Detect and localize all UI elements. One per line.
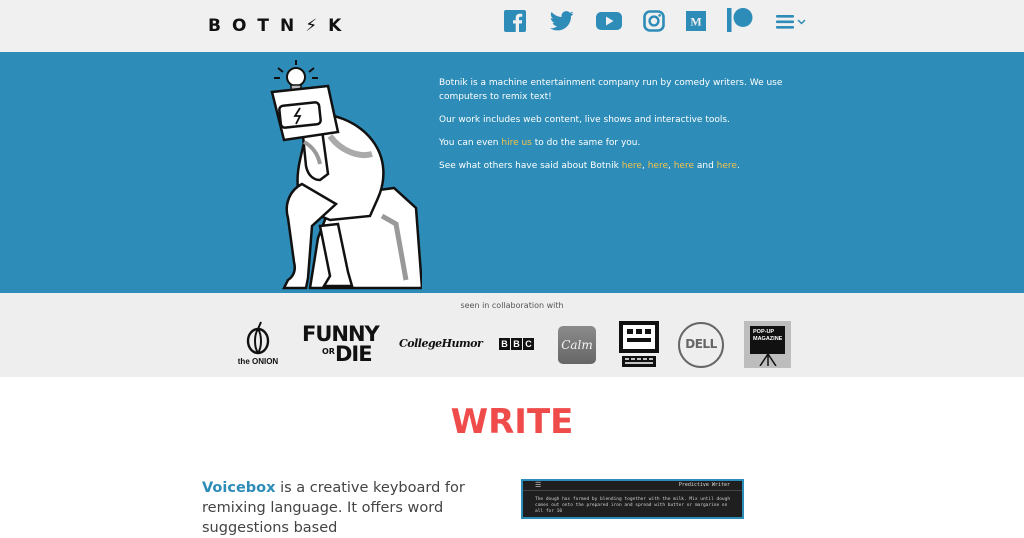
- popup-magazine-logo[interactable]: POP-UP MAGAZINE: [744, 321, 791, 368]
- hire-prefix: You can even: [439, 138, 502, 148]
- voicebox-description: Voicebox is a creative keyboard for remi…: [202, 478, 512, 538]
- site-header: BOTN⚡K M: [0, 0, 1024, 52]
- bbc-letter-2: B: [511, 338, 522, 350]
- collegehumor-logo[interactable]: CollegeHumor: [399, 337, 483, 353]
- predictive-writer-preview[interactable]: ☰ Predictive Writer The dough has formed…: [521, 479, 744, 519]
- preview-text: The dough has formed by blending togethe…: [535, 497, 731, 514]
- thinker-robot-illustration: [270, 60, 422, 290]
- hero-intro: Botnik is a machine entertainment compan…: [439, 78, 783, 102]
- press-prefix: See what others have said about Botnik: [439, 161, 622, 171]
- hero-press: See what others have said about Botnik h…: [439, 159, 829, 173]
- die-text: DIE: [335, 342, 373, 366]
- hero-hire: You can even hire us to do the same for …: [439, 136, 829, 150]
- calm-logo[interactable]: Calm: [558, 326, 596, 364]
- press-and: and: [694, 161, 717, 171]
- funny-or-die-logo[interactable]: FUNNY OR DIE: [302, 324, 382, 368]
- preview-menu-icon[interactable]: ☰: [535, 481, 541, 489]
- press-link-4[interactable]: here: [717, 161, 737, 171]
- press-end: .: [736, 161, 740, 171]
- hero-text: Botnik is a machine entertainment compan…: [439, 76, 829, 182]
- twitter-icon[interactable]: [550, 10, 574, 32]
- facebook-icon[interactable]: [504, 10, 526, 32]
- onion-logo[interactable]: the ONION: [230, 321, 286, 369]
- menu-icon[interactable]: [776, 14, 812, 30]
- computer-logo[interactable]: [618, 320, 660, 368]
- onion-wordmark: the ONION: [237, 357, 279, 366]
- press-link-3[interactable]: here: [674, 161, 694, 171]
- instagram-icon[interactable]: [643, 10, 665, 32]
- preview-toolbar: ☰ Predictive Writer: [523, 481, 742, 491]
- press-link-1[interactable]: here: [622, 161, 642, 171]
- youtube-icon[interactable]: [596, 10, 622, 32]
- hire-suffix: to do the same for you.: [531, 138, 641, 148]
- onion-icon: [246, 321, 270, 355]
- bbc-logo[interactable]: B B C: [499, 338, 535, 350]
- collab-label: seen in collaboration with: [460, 301, 564, 310]
- press-link-2[interactable]: here: [648, 161, 668, 171]
- preview-title: Predictive Writer: [678, 482, 730, 488]
- bbc-letter-1: B: [499, 338, 510, 350]
- svg-text:M: M: [690, 15, 701, 29]
- section-title: WRITE: [450, 402, 574, 442]
- hire-us-link[interactable]: hire us: [501, 138, 532, 148]
- voicebox-link[interactable]: Voicebox: [202, 480, 275, 496]
- hero-section: Botnik is a machine entertainment compan…: [0, 52, 1024, 293]
- botnik-logo[interactable]: BOTN⚡K: [208, 16, 352, 36]
- collab-strip: seen in collaboration with the ONION FUN…: [0, 293, 1024, 377]
- hero-work: Our work includes web content, live show…: [439, 115, 730, 125]
- dell-logo[interactable]: DELL: [678, 322, 724, 368]
- popup-sign: POP-UP MAGAZINE: [750, 326, 785, 354]
- bbc-letter-3: C: [523, 338, 534, 350]
- medium-icon[interactable]: M: [686, 11, 706, 31]
- patreon-icon[interactable]: [727, 7, 753, 33]
- easel-icon: [759, 354, 777, 366]
- or-text: OR: [322, 347, 335, 356]
